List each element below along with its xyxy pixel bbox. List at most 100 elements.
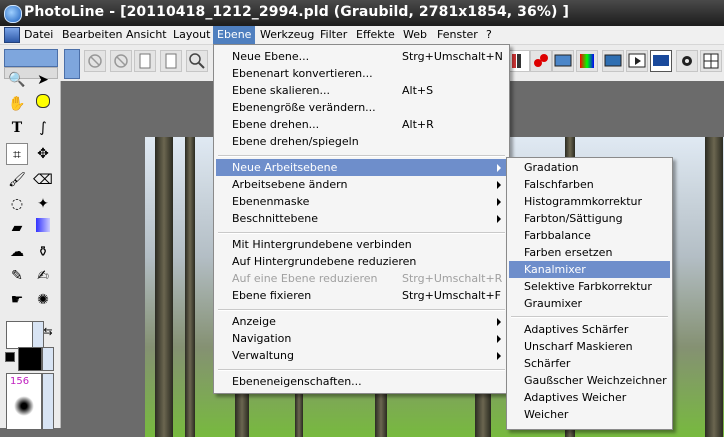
submenu-item-weicher[interactable]: Weicher — [509, 406, 670, 423]
submenu-item-farben-ersetzen[interactable]: Farben ersetzen — [509, 244, 670, 261]
submenu-item-gradation[interactable]: Gradation — [509, 159, 670, 176]
screen-icon[interactable] — [650, 50, 672, 72]
menu-item-label: Neue Ebene... — [232, 50, 310, 63]
palette-icon[interactable] — [508, 50, 530, 72]
dodge-icon[interactable]: ✎ — [6, 265, 28, 287]
menu-item-mit-hintergrund-verbinden[interactable]: Mit Hintergrundebene verbinden — [216, 236, 507, 253]
menu-item-navigation[interactable]: Navigation — [216, 330, 507, 347]
menu-item-ebenenart-konvertieren[interactable]: Ebenenart konvertieren... — [216, 65, 507, 82]
submenu-item-histogrammkorrektur[interactable]: Histogrammkorrektur — [509, 193, 670, 210]
menu-ebene[interactable]: Ebene — [213, 26, 256, 44]
submenu-item-adaptives-weicher[interactable]: Adaptives Weicher — [509, 389, 670, 406]
play-icon[interactable] — [626, 50, 648, 72]
menu-item-verwaltung[interactable]: Verwaltung — [216, 347, 507, 364]
bucket-icon[interactable]: ▰ — [6, 217, 28, 239]
menu-item-anzeige[interactable]: Anzeige — [216, 313, 507, 330]
default-colors-icon[interactable] — [5, 352, 15, 362]
menu-item-neue-ebene[interactable]: Neue Ebene... Strg+Umschalt+N — [216, 48, 507, 65]
menu-item-ebene-skalieren[interactable]: Ebene skalieren... Alt+S — [216, 82, 507, 99]
bg-color-dropdown[interactable] — [42, 347, 54, 371]
menu-item-beschnittebene[interactable]: Beschnittebene — [216, 210, 507, 227]
menu-bearbeiten[interactable]: Bearbeiten — [58, 26, 126, 44]
submenu-item-selektive-farbkorrektur[interactable]: Selektive Farbkorrektur — [509, 278, 670, 295]
submenu-item-adaptives-schaerfer[interactable]: Adaptives Schärfer — [509, 321, 670, 338]
gear-icon[interactable] — [676, 50, 698, 72]
submenu-item-kanalmixer[interactable]: Kanalmixer — [509, 261, 670, 278]
menu-item-auf-hintergrund-reduzieren[interactable]: Auf Hintergrundebene reduzieren — [216, 253, 507, 270]
menu-item-ebeneneigenschaften[interactable]: Ebeneneigenschaften... — [216, 373, 507, 390]
hand-icon[interactable]: ✋ — [6, 93, 28, 115]
menu-ansicht[interactable]: Ansicht — [122, 26, 171, 44]
menu-item-label: Neue Arbeitsebene — [232, 161, 338, 174]
submenu-item-graumixer[interactable]: Graumixer — [509, 295, 670, 312]
tools-panel: 🔍 ➤ ✋ T ∫ ⌗ ✥ 🖌 ⌫ ◌ ✦ ▰ ☁ ⚱ ✎ ✍ ☛ ✺ ⇆ 15… — [0, 72, 61, 430]
submenu-arrow-icon — [497, 318, 501, 326]
menu-filter[interactable]: Filter — [316, 26, 351, 44]
transform-icon[interactable]: ✥ — [32, 143, 54, 165]
menu-web[interactable]: Web — [399, 26, 431, 44]
page-icon[interactable] — [134, 50, 156, 72]
submenu-item-schaerfer[interactable]: Schärfer — [509, 355, 670, 372]
no-symbol-icon[interactable] — [84, 50, 106, 72]
menu-item-ebenengroesse[interactable]: Ebenengröße verändern... — [216, 99, 507, 116]
menu-item-neue-arbeitsebene[interactable]: Neue Arbeitsebene — [216, 159, 507, 176]
menu-item-arbeitsebene-aendern[interactable]: Arbeitsebene ändern — [216, 176, 507, 193]
burn-icon[interactable]: ✍ — [32, 265, 54, 287]
finger-icon[interactable]: ☛ — [6, 289, 28, 311]
menu-layout[interactable]: Layout — [169, 26, 214, 44]
path-icon[interactable]: ∫ — [32, 117, 54, 139]
tool-options-dropdown[interactable] — [4, 49, 58, 67]
gradient-icon[interactable] — [576, 50, 598, 72]
submenu-item-farbbalance[interactable]: Farbbalance — [509, 227, 670, 244]
magnifier-icon[interactable]: 🔍 — [6, 69, 28, 91]
submenu-item-unscharf-maskieren[interactable]: Unscharf Maskieren — [509, 338, 670, 355]
smudge-icon[interactable]: ☁ — [6, 241, 28, 263]
eraser-icon[interactable]: ⌫ — [32, 169, 54, 191]
text-tool-icon[interactable]: T — [6, 117, 28, 139]
menu-item-label: Ebene skalieren... — [232, 84, 330, 97]
submenu-item-gaussscher-weichzeichner[interactable]: Gaußscher Weichzeichner — [509, 372, 670, 389]
brush-preview[interactable]: 156 — [6, 373, 42, 430]
magic-wand-icon[interactable]: ✦ — [32, 193, 54, 215]
monitor-icon-2[interactable] — [602, 50, 624, 72]
red-dots-icon[interactable] — [530, 50, 552, 72]
menu-help[interactable]: ? — [482, 26, 496, 44]
submenu-arrow-icon — [497, 181, 501, 189]
page-icon-2[interactable] — [160, 50, 182, 72]
background-color-swatch[interactable] — [18, 347, 42, 371]
menu-item-ebene-drehen[interactable]: Ebene drehen... Alt+R — [216, 116, 507, 133]
gradient-tool-icon[interactable] — [32, 217, 54, 239]
menu-item-ebenenmaske[interactable]: Ebenenmaske — [216, 193, 507, 210]
crop-icon[interactable]: ⌗ — [6, 143, 28, 165]
menu-fenster[interactable]: Fenster — [433, 26, 482, 44]
swap-colors-icon[interactable]: ⇆ — [40, 321, 56, 343]
toolbar-blue-handle[interactable] — [64, 49, 80, 79]
bulb-icon[interactable]: ✺ — [32, 289, 54, 311]
stamp-icon[interactable]: ⚱ — [32, 241, 54, 263]
lasso-icon[interactable]: ◌ — [6, 193, 28, 215]
menu-item-ebene-fixieren[interactable]: Ebene fixieren Strg+Umschalt+F — [216, 287, 507, 304]
menu-item-label: Ebenenmaske — [232, 195, 310, 208]
ellipse-icon[interactable] — [32, 93, 54, 115]
brush-dropdown[interactable] — [42, 373, 54, 430]
submenu-item-falschfarben[interactable]: Falschfarben — [509, 176, 670, 193]
submenu-item-farbton-saettigung[interactable]: Farbton/Sättigung — [509, 210, 670, 227]
monitor-icon[interactable] — [552, 50, 574, 72]
grid-icon[interactable] — [700, 50, 722, 72]
submenu-arrow-icon — [497, 335, 501, 343]
menu-effekte[interactable]: Effekte — [352, 26, 399, 44]
zoom-icon[interactable] — [186, 50, 208, 72]
menu-bar: Datei Bearbeiten Ansicht Layout Ebene We… — [0, 26, 724, 45]
menu-item-ebene-drehen-spiegeln[interactable]: Ebene drehen/spiegeln — [216, 133, 507, 150]
shortcut-label: Strg+Umschalt+R — [402, 272, 503, 285]
no-symbol-icon-2[interactable] — [110, 50, 132, 72]
document-system-icon[interactable] — [4, 27, 20, 43]
arrow-pointer-icon[interactable]: ➤ — [32, 69, 54, 91]
menu-item-label: Ebenenart konvertieren... — [232, 67, 373, 80]
menu-item-label: Ebenengröße verändern... — [232, 101, 376, 114]
brush-icon[interactable]: 🖌 — [6, 169, 28, 191]
foreground-color-swatch[interactable] — [6, 321, 34, 349]
menu-datei[interactable]: Datei — [20, 26, 57, 44]
menu-item-auf-eine-ebene-reduzieren: Auf eine Ebene reduzieren Strg+Umschalt+R — [216, 270, 507, 287]
menu-werkzeug[interactable]: Werkzeug — [256, 26, 318, 44]
